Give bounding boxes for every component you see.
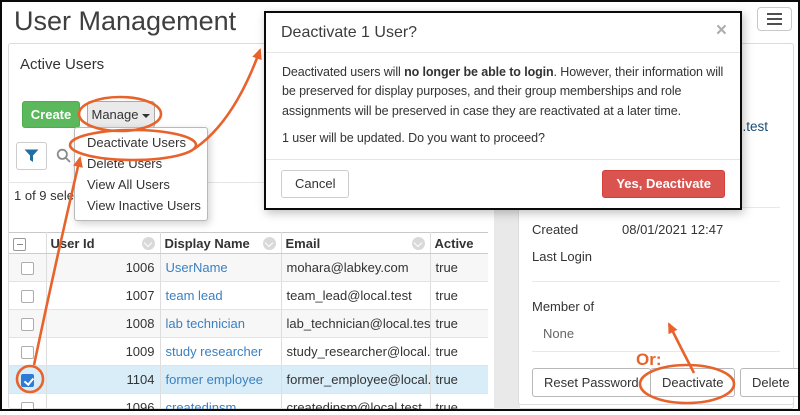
table-row[interactable]: 1009 study researcher study_researcher@loc… <box>9 338 488 366</box>
member-of-value: None <box>543 326 574 341</box>
active-cell: true <box>430 366 488 394</box>
table-row[interactable]: 1008 lab technician lab_technician@local.t… <box>9 310 488 338</box>
row-checkbox[interactable] <box>21 290 34 303</box>
row-checkbox-cell[interactable] <box>9 338 46 366</box>
users-grid: User Id Display Name Email Active 1006Us… <box>9 232 488 409</box>
created-value: 08/01/2021 12:47 <box>622 222 723 237</box>
filter-button[interactable] <box>16 142 47 170</box>
manage-menu-item[interactable]: Deactivate Users <box>75 132 207 153</box>
table-row[interactable]: 1007 team lead team_lead@local.testtrue <box>9 282 488 310</box>
column-header-email[interactable]: Email <box>281 233 430 254</box>
grid-body: 1006UserNamemohara@labkey.comtrue1007tea… <box>9 254 488 410</box>
column-header-user-id[interactable]: User Id <box>46 233 160 254</box>
row-checkbox-cell[interactable] <box>9 366 46 394</box>
hamburger-menu-button[interactable] <box>757 7 792 31</box>
search-icon <box>56 148 72 169</box>
column-header-active[interactable]: Active <box>430 233 488 254</box>
funnel-icon <box>24 149 39 163</box>
delete-button[interactable]: Delete <box>740 368 800 397</box>
display-name-cell: former employee <box>160 366 281 394</box>
active-cell: true <box>430 394 488 410</box>
manage-menu-item[interactable]: View All Users <box>75 174 207 195</box>
user-id-cell: 1096 <box>46 394 160 410</box>
row-checkbox[interactable] <box>21 346 34 359</box>
close-icon[interactable]: × <box>716 21 727 40</box>
table-header-row: User Id Display Name Email Active <box>9 233 488 254</box>
modal-header: Deactivate 1 User? × <box>266 13 740 53</box>
active-cell: true <box>430 254 488 282</box>
user-display-name-link[interactable]: former employee <box>166 372 264 387</box>
modal-message: Deactivated users will no longer be able… <box>282 63 724 121</box>
member-of-label: Member of <box>532 299 594 314</box>
row-checkbox-cell[interactable] <box>9 282 46 310</box>
user-display-name-link[interactable]: UserName <box>166 260 228 275</box>
active-cell: true <box>430 282 488 310</box>
modal-question: 1 user will be updated. Do you want to p… <box>282 129 724 148</box>
caret-down-icon <box>142 114 150 118</box>
row-checkbox[interactable] <box>21 402 34 409</box>
email-cell: mohara@labkey.com <box>281 254 430 282</box>
deactivate-user-modal: Deactivate 1 User? × Deactivated users w… <box>264 11 742 210</box>
user-display-name-link[interactable]: team lead <box>166 288 223 303</box>
manage-menu-item[interactable]: View Inactive Users <box>75 195 207 216</box>
last-login-label: Last Login <box>532 249 592 264</box>
created-label: Created <box>532 222 578 237</box>
cancel-button[interactable]: Cancel <box>281 170 349 198</box>
user-id-cell: 1104 <box>46 366 160 394</box>
table-row[interactable]: 1104 former employee former_employee@local… <box>9 366 488 394</box>
email-cell: createdinsm@local.test <box>281 394 430 410</box>
display-name-cell: createdinsm <box>160 394 281 410</box>
user-management-screen: User Management Active Users Create Mana… <box>0 0 800 415</box>
user-id-cell: 1008 <box>46 310 160 338</box>
user-id-cell: 1007 <box>46 282 160 310</box>
row-checkbox[interactable] <box>21 374 34 387</box>
sort-icon[interactable] <box>412 237 425 250</box>
display-name-cell: team lead <box>160 282 281 310</box>
display-name-cell: lab technician <box>160 310 281 338</box>
email-cell: study_researcher@local.test <box>281 338 430 366</box>
row-checkbox[interactable] <box>21 318 34 331</box>
row-checkbox-cell[interactable] <box>9 254 46 282</box>
sort-icon[interactable] <box>142 237 155 250</box>
reset-password-button[interactable]: Reset Password <box>532 368 651 397</box>
details-divider <box>532 281 780 282</box>
select-all-checkbox[interactable] <box>13 238 26 251</box>
sort-icon[interactable] <box>263 237 276 250</box>
user-display-name-link[interactable]: lab technician <box>166 316 246 331</box>
row-checkbox[interactable] <box>21 262 34 275</box>
user-id-cell: 1009 <box>46 338 160 366</box>
user-id-cell: 1006 <box>46 254 160 282</box>
email-cell: team_lead@local.test <box>281 282 430 310</box>
table-row[interactable]: 1096 createdinsm createdinsm@local.testtru… <box>9 394 488 410</box>
modal-title: Deactivate 1 User? <box>281 24 417 41</box>
select-all-header-cell[interactable] <box>9 233 46 254</box>
display-name-cell: UserName <box>160 254 281 282</box>
deactivate-button[interactable]: Deactivate <box>650 368 735 397</box>
column-header-display-name[interactable]: Display Name <box>160 233 281 254</box>
row-checkbox-cell[interactable] <box>9 394 46 410</box>
page-title: User Management <box>14 6 236 37</box>
display-name-cell: study researcher <box>160 338 281 366</box>
create-button[interactable]: Create <box>22 101 80 128</box>
active-cell: true <box>430 338 488 366</box>
modal-body: Deactivated users will no longer be able… <box>266 53 740 159</box>
manage-menu: Deactivate UsersDelete UsersView All Use… <box>74 127 208 221</box>
email-cell: former_employee@local.test <box>281 366 430 394</box>
manage-button[interactable]: Manage <box>87 101 155 128</box>
yes-deactivate-button[interactable]: Yes, Deactivate <box>602 170 725 198</box>
manage-menu-item[interactable]: Delete Users <box>75 153 207 174</box>
email-cell: lab_technician@local.test <box>281 310 430 338</box>
active-cell: true <box>430 310 488 338</box>
panel-heading: Active Users <box>20 56 104 73</box>
user-display-name-link[interactable]: createdinsm <box>166 400 237 409</box>
table-row[interactable]: 1006 UserName mohara@labkey.comtrue <box>9 254 488 282</box>
or-annotation-label: Or: <box>636 350 662 370</box>
row-checkbox-cell[interactable] <box>9 310 46 338</box>
user-display-name-link[interactable]: study researcher <box>166 344 263 359</box>
modal-footer: Cancel Yes, Deactivate <box>266 159 740 208</box>
